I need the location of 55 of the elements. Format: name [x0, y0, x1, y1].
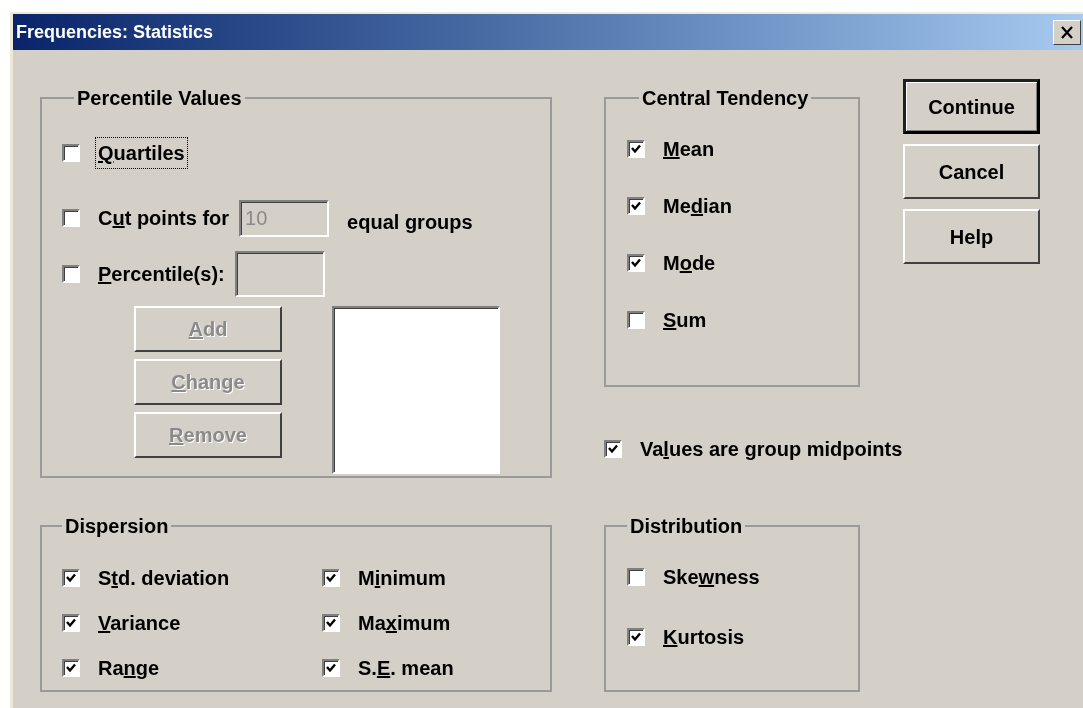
check-icon [630, 631, 642, 643]
checkbox-label[interactable]: Mean [661, 134, 717, 164]
group-title: Central Tendency [641, 86, 810, 111]
group-title: Percentile Values [76, 86, 243, 111]
percentile-list-box[interactable] [332, 306, 500, 474]
checkbox[interactable] [62, 568, 80, 587]
check-icon [325, 571, 337, 584]
checkbox-label[interactable]: Cut points for [96, 203, 232, 233]
check-icon [65, 571, 77, 584]
checkbox[interactable] [627, 628, 645, 646]
checkbox[interactable] [62, 265, 80, 283]
checkbox[interactable] [627, 568, 645, 586]
check-icon [325, 616, 337, 629]
group-title: Distribution [629, 514, 744, 539]
check-icon [65, 661, 77, 674]
checkbox-label[interactable]: Maximum [356, 607, 453, 638]
check-icon [325, 661, 337, 674]
checkbox[interactable] [627, 140, 645, 158]
checkbox-label[interactable]: Kurtosis [661, 622, 747, 652]
check-icon [630, 257, 642, 269]
check-icon [65, 616, 77, 629]
checkbox-label[interactable]: Values are group midpoints [638, 434, 905, 464]
checkbox-label[interactable]: Std. deviation [96, 562, 232, 593]
checkbox[interactable] [627, 311, 645, 329]
close-button[interactable] [1053, 19, 1081, 45]
checkbox-label[interactable]: Mode [661, 248, 718, 278]
checkbox[interactable] [627, 254, 645, 272]
checkbox-label[interactable]: Sum [661, 305, 709, 335]
checkbox[interactable] [62, 613, 80, 632]
field-suffix: equal groups [347, 210, 473, 235]
checkbox-label[interactable]: Percentile(s): [96, 259, 227, 289]
check-icon [630, 200, 642, 212]
checkbox-label[interactable]: Minimum [356, 562, 448, 593]
checkbox[interactable] [62, 209, 80, 227]
checkbox-label[interactable]: Skewness [661, 562, 762, 592]
checkbox[interactable] [62, 658, 80, 677]
dialog-button[interactable]: Continue [903, 79, 1040, 134]
checkbox-label[interactable]: Range [96, 652, 162, 683]
checkbox-label[interactable]: Quartiles [96, 138, 187, 168]
close-icon [1060, 25, 1074, 39]
check-icon [607, 443, 619, 455]
check-icon [630, 143, 642, 155]
checkbox-label[interactable]: Variance [96, 607, 183, 638]
window-title: Frequencies: Statistics [16, 20, 214, 44]
checkbox[interactable] [627, 197, 645, 215]
checkbox-label[interactable]: S.E. mean [356, 652, 456, 683]
checkbox[interactable] [322, 568, 340, 587]
dialog-button[interactable]: Cancel [903, 144, 1040, 199]
dialog-button[interactable]: Help [903, 209, 1040, 264]
checkbox[interactable] [322, 613, 340, 632]
checkbox[interactable] [604, 440, 622, 458]
group-title: Dispersion [64, 514, 170, 539]
checkbox[interactable] [322, 658, 340, 677]
checkbox[interactable] [62, 144, 80, 162]
checkbox-label[interactable]: Median [661, 191, 734, 221]
